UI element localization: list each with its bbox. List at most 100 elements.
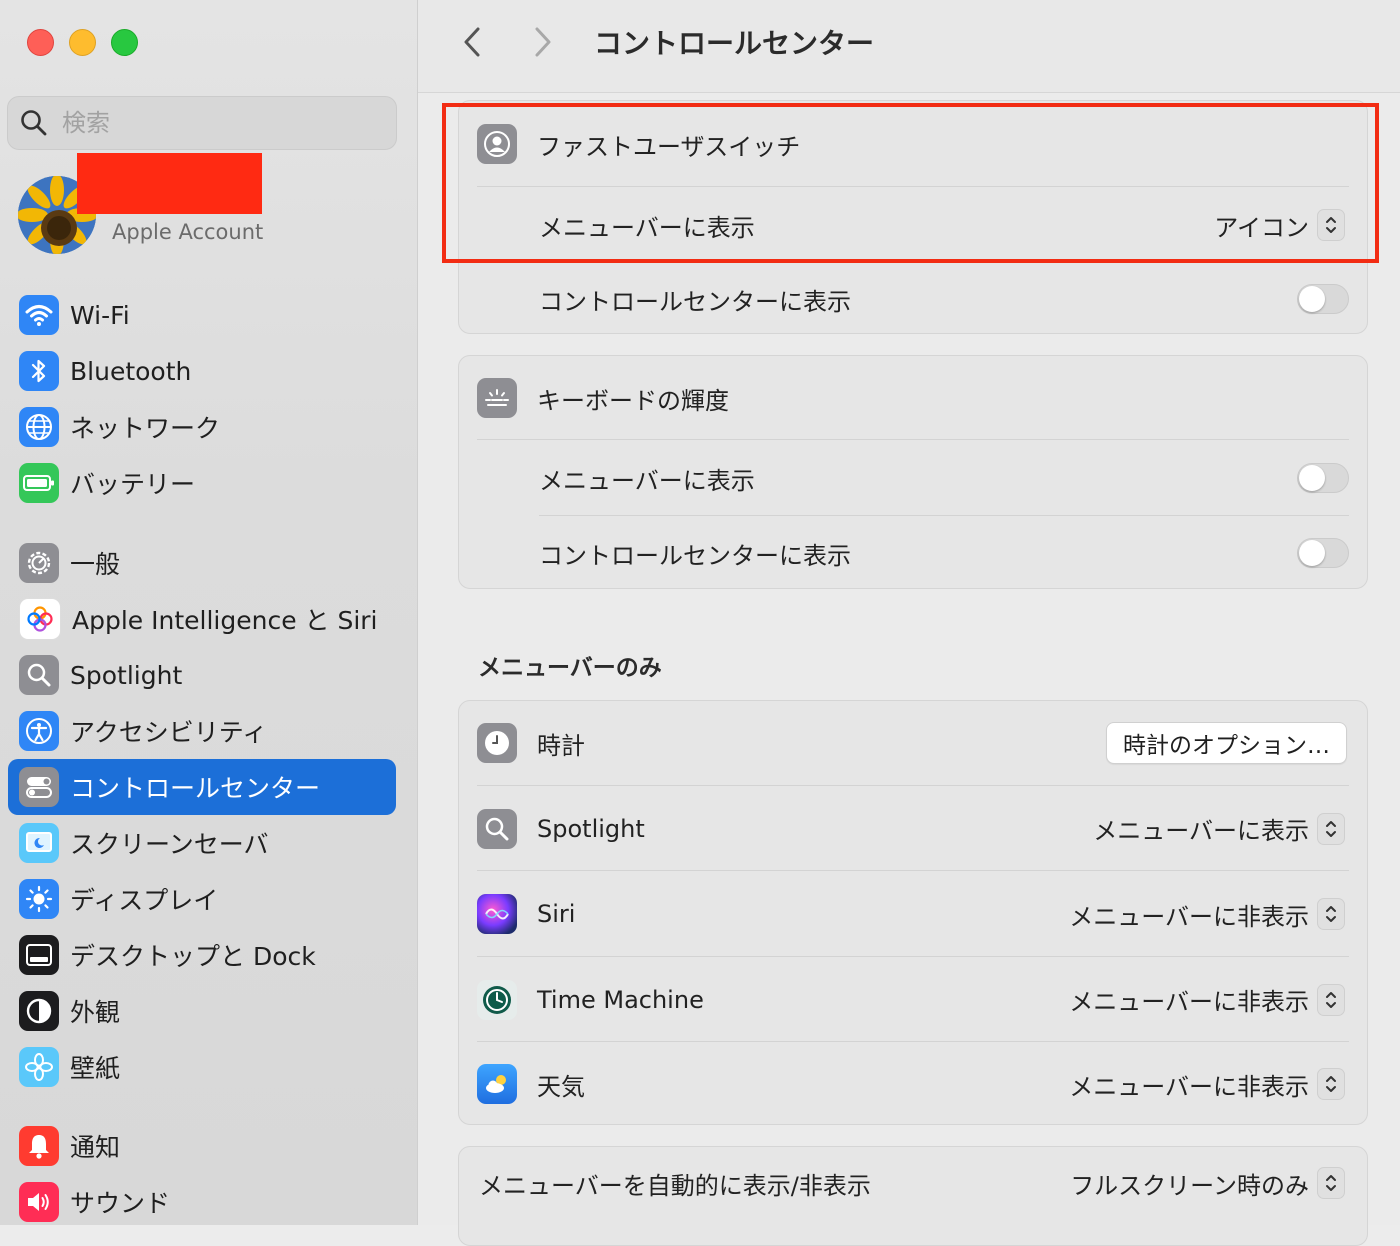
close-window-button[interactable] (27, 29, 54, 56)
fast-user-menubar-row: メニューバーに表示 アイコン (459, 187, 1367, 263)
sidebar-group-system: 一般 Apple Intelligence と Siri Spotlight ア… (8, 535, 396, 1095)
speaker-icon (19, 1182, 59, 1222)
time-machine-label: Time Machine (537, 985, 704, 1014)
clock-options-button[interactable]: 時計のオプション… (1106, 722, 1347, 764)
bell-icon (19, 1126, 59, 1166)
minimize-window-button[interactable] (69, 29, 96, 56)
time-machine-icon (477, 979, 517, 1020)
sidebar-group-notifications: 通知 サウンド (8, 1118, 396, 1230)
keyboard-cc-row: コントロールセンターに表示 (459, 516, 1367, 590)
siri-icon (477, 894, 517, 934)
fast-user-cc-toggle[interactable] (1297, 284, 1349, 314)
main-pane: コントロールセンター ファストユーザスイッチ メニューバーに表示 アイコン コン… (418, 0, 1400, 1246)
weather-label: 天気 (537, 1072, 585, 1101)
popup-value: メニューバーに非表示 (1069, 1072, 1309, 1101)
redacted-name (77, 153, 262, 214)
clock-row: 時計 時計のオプション… (459, 701, 1367, 785)
time-machine-popup[interactable]: メニューバーに非表示 (1069, 982, 1345, 1017)
sidebar-item-general[interactable]: 一般 (8, 535, 396, 591)
account-label: Apple Account (112, 220, 264, 244)
sidebar-item-display[interactable]: ディスプレイ (8, 871, 396, 927)
sidebar-item-wifi[interactable]: Wi-Fi (8, 287, 396, 343)
popup-value: メニューバーに表示 (1093, 817, 1309, 845)
sidebar-item-network[interactable]: ネットワーク (8, 399, 396, 455)
accessibility-icon (19, 711, 59, 751)
sidebar-item-label: Apple Intelligence と Siri (72, 606, 378, 635)
spotlight-popup[interactable]: メニューバーに表示 (1093, 811, 1345, 846)
sidebar-item-label: 通知 (70, 1133, 121, 1162)
spotlight-row: Spotlight メニューバーに表示 (459, 786, 1367, 871)
up-down-chevron-icon (1317, 812, 1345, 845)
flower-icon (19, 1047, 59, 1087)
back-button[interactable] (454, 22, 490, 62)
sidebar-item-label: 壁紙 (70, 1054, 121, 1083)
sidebar-item-battery[interactable]: バッテリー (8, 455, 396, 511)
sidebar-item-appearance[interactable]: 外観 (8, 983, 396, 1039)
control-center-icon (19, 767, 59, 807)
siri-row: Siri メニューバーに非表示 (459, 871, 1367, 957)
magnifier-icon (19, 655, 59, 695)
up-down-chevron-icon (1317, 983, 1345, 1016)
keyboard-menubar-row: メニューバーに表示 (459, 440, 1367, 516)
spotlight-label: Spotlight (537, 814, 645, 843)
up-down-chevron-icon (1317, 1167, 1345, 1199)
sidebar-item-screensaver[interactable]: スクリーンセーバ (8, 815, 396, 871)
up-down-chevron-icon (1317, 1068, 1345, 1100)
weather-icon (477, 1064, 517, 1104)
user-icon (477, 124, 517, 164)
fast-user-cc-row: コントロールセンターに表示 (459, 263, 1367, 335)
keyboard-header: キーボードの輝度 (459, 356, 1367, 440)
globe-icon (19, 407, 59, 447)
search-input[interactable] (60, 108, 364, 138)
popup-value: メニューバーに非表示 (1069, 988, 1309, 1016)
sidebar-item-wallpaper[interactable]: 壁紙 (8, 1039, 396, 1095)
autohide-card: メニューバーを自動的に表示/非表示 フルスクリーン時のみ (458, 1146, 1368, 1246)
sidebar-item-desktop-dock[interactable]: デスクトップと Dock (8, 927, 396, 983)
sidebar-item-bluetooth[interactable]: Bluetooth (8, 343, 396, 399)
time-machine-row: Time Machine メニューバーに非表示 (459, 957, 1367, 1042)
forward-button[interactable] (525, 22, 561, 62)
siri-popup[interactable]: メニューバーに非表示 (1069, 897, 1345, 932)
zoom-window-button[interactable] (111, 29, 138, 56)
sidebar-item-accessibility[interactable]: アクセシビリティ (8, 703, 396, 759)
bluetooth-icon (19, 351, 59, 391)
toolbar: コントロールセンター (418, 0, 1400, 93)
sidebar-item-label: アクセシビリティ (70, 718, 268, 747)
apple-intelligence-icon (19, 598, 61, 640)
sidebar-item-spotlight[interactable]: Spotlight (8, 647, 396, 703)
spotlight-icon (477, 808, 517, 849)
popup-value: フルスクリーン時のみ (1070, 1171, 1309, 1200)
popup-value: アイコン (1214, 213, 1309, 242)
sidebar-group-connectivity: Wi-Fi Bluetooth ネットワーク バッテリー (8, 287, 396, 511)
window-controls (27, 29, 138, 56)
fast-user-menubar-popup[interactable]: アイコン (1214, 208, 1345, 243)
sidebar-item-label: 一般 (70, 550, 121, 579)
fast-user-switching-card: ファストユーザスイッチ メニューバーに表示 アイコン コントロールセンターに表示 (458, 100, 1368, 334)
up-down-chevron-icon (1317, 898, 1345, 930)
search-icon (21, 110, 47, 136)
keyboard-menubar-label: メニューバーに表示 (539, 466, 755, 495)
clock-label: 時計 (537, 731, 585, 760)
fast-user-title: ファストユーザスイッチ (537, 132, 801, 161)
sun-icon (19, 879, 59, 919)
keyboard-cc-toggle[interactable] (1297, 538, 1349, 568)
fast-user-menubar-label: メニューバーに表示 (539, 213, 755, 242)
sidebar-item-sound[interactable]: サウンド (8, 1174, 396, 1230)
sidebar-item-control-center[interactable]: コントロールセンター (8, 759, 396, 815)
weather-popup[interactable]: メニューバーに非表示 (1069, 1067, 1345, 1102)
sidebar-item-label: コントロールセンター (70, 774, 321, 803)
autohide-popup[interactable]: フルスクリーン時のみ (1070, 1166, 1345, 1201)
wifi-icon (19, 295, 59, 335)
sidebar-item-apple-intelligence[interactable]: Apple Intelligence と Siri (8, 591, 396, 647)
fast-user-cc-label: コントロールセンターに表示 (539, 287, 851, 316)
autohide-row: メニューバーを自動的に表示/非表示 フルスクリーン時のみ (459, 1147, 1367, 1219)
search-field[interactable] (7, 96, 397, 150)
keyboard-menubar-toggle[interactable] (1297, 463, 1349, 493)
sidebar-item-label: デスクトップと Dock (70, 942, 316, 971)
autohide-label: メニューバーを自動的に表示/非表示 (479, 1171, 871, 1200)
appearance-icon (19, 991, 59, 1031)
keyboard-brightness-card: キーボードの輝度 メニューバーに表示 コントロールセンターに表示 (458, 355, 1368, 589)
sidebar-item-notifications[interactable]: 通知 (8, 1118, 396, 1174)
menubar-only-card: 時計 時計のオプション… Spotlight メニューバーに表示 Siri メニ… (458, 700, 1368, 1125)
weather-row: 天気 メニューバーに非表示 (459, 1042, 1367, 1126)
